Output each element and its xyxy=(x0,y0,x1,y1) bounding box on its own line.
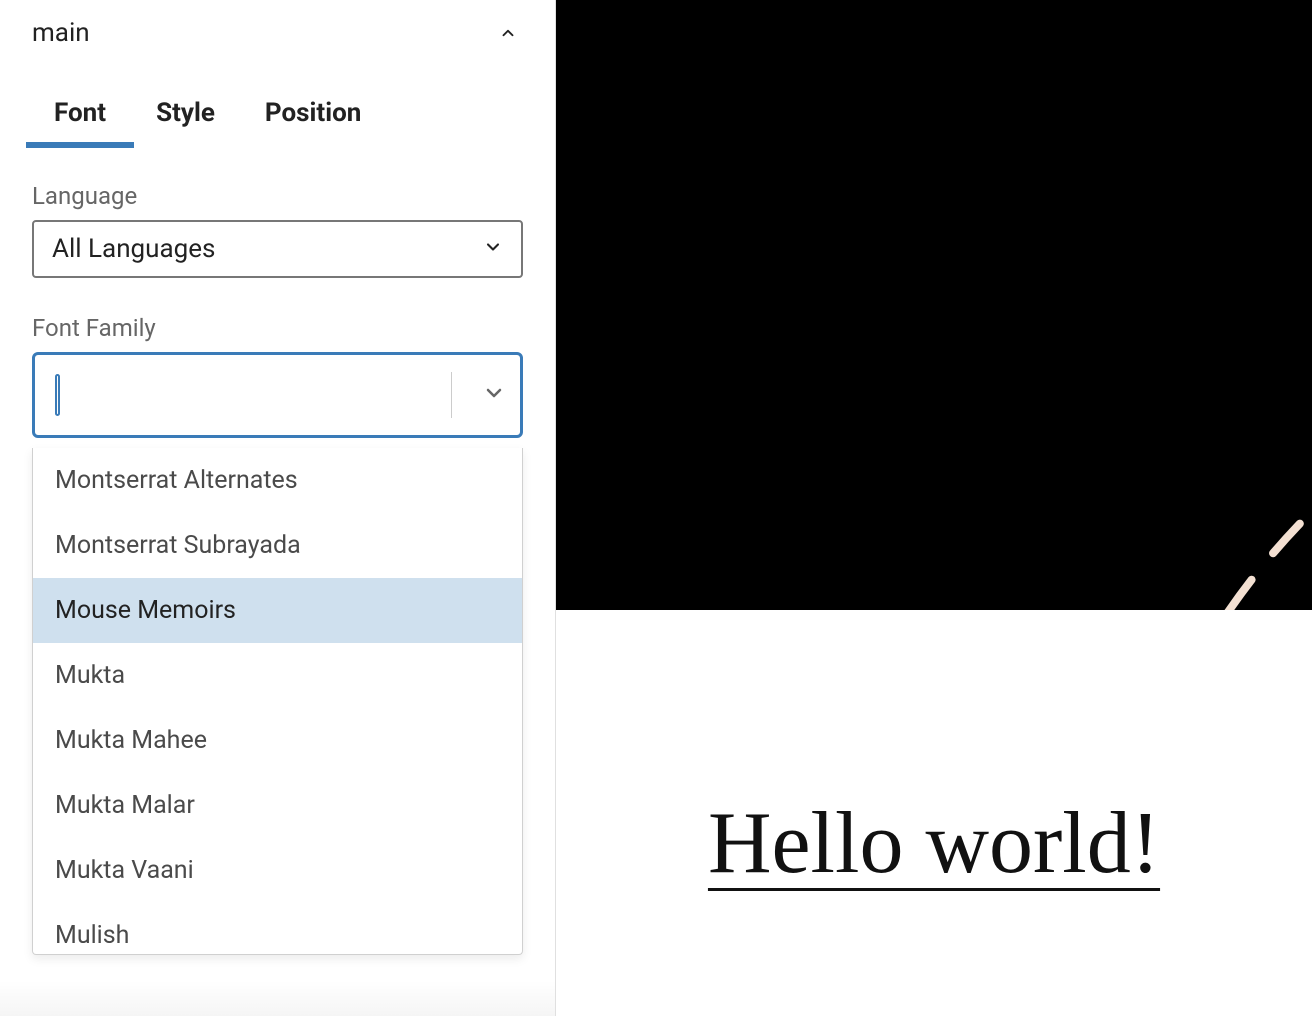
dropdown-option[interactable]: Mukta Malar xyxy=(33,773,522,838)
font-family-input[interactable] xyxy=(60,380,451,411)
option-label: Mukta Malar xyxy=(55,791,195,820)
option-label: Montserrat Alternates xyxy=(55,466,298,495)
language-label: Language xyxy=(32,182,523,210)
chevron-down-icon xyxy=(482,381,506,409)
dropdown-option[interactable]: Mouse Memoirs xyxy=(33,578,522,643)
section-title: main xyxy=(32,18,90,48)
combobox-toggle[interactable] xyxy=(468,355,520,435)
divider xyxy=(451,372,452,418)
tab-label: Position xyxy=(265,98,361,128)
dropdown-option[interactable]: Mukta Vaani xyxy=(33,838,522,903)
language-select[interactable]: All Languages xyxy=(32,220,523,278)
tab-label: Style xyxy=(156,98,215,128)
tab-style[interactable]: Style xyxy=(156,98,215,146)
option-label: Montserrat Subrayada xyxy=(55,531,301,560)
font-family-label: Font Family xyxy=(32,314,523,342)
option-label: Mulish xyxy=(55,921,129,950)
settings-panel: main Font Style Position Language All La… xyxy=(0,0,556,1016)
dropdown-option[interactable]: Montserrat Alternates xyxy=(33,448,522,513)
font-family-dropdown: Montserrat Alternates Montserrat Subraya… xyxy=(32,448,523,955)
panel-inner: main Font Style Position Language All La… xyxy=(24,0,531,1016)
tab-label: Font xyxy=(54,98,106,128)
dropdown-option[interactable]: Montserrat Subrayada xyxy=(33,513,522,578)
page-title[interactable]: Hello world! xyxy=(708,793,1160,894)
option-label: Mukta Mahee xyxy=(55,726,207,755)
font-family-combobox[interactable] xyxy=(32,352,523,438)
tabs: Font Style Position xyxy=(24,56,531,146)
preview-area: Hello world! xyxy=(556,0,1312,1016)
tab-font[interactable]: Font xyxy=(54,98,106,146)
preview-content: Hello world! xyxy=(556,610,1312,1016)
option-label: Mukta xyxy=(55,661,125,690)
dropdown-option[interactable]: Mulish xyxy=(33,903,522,954)
option-label: Mouse Memoirs xyxy=(55,596,236,625)
dashed-arc-icon xyxy=(556,0,1312,610)
language-value: All Languages xyxy=(52,234,215,264)
option-label: Mukta Vaani xyxy=(55,856,194,885)
tab-position[interactable]: Position xyxy=(265,98,361,146)
preview-hero xyxy=(556,0,1312,610)
section-header-main[interactable]: main xyxy=(24,0,531,56)
chevron-down-icon xyxy=(483,237,503,261)
dropdown-option[interactable]: Mukta Mahee xyxy=(33,708,522,773)
dropdown-option[interactable]: Mukta xyxy=(33,643,522,708)
chevron-up-icon xyxy=(499,24,517,42)
